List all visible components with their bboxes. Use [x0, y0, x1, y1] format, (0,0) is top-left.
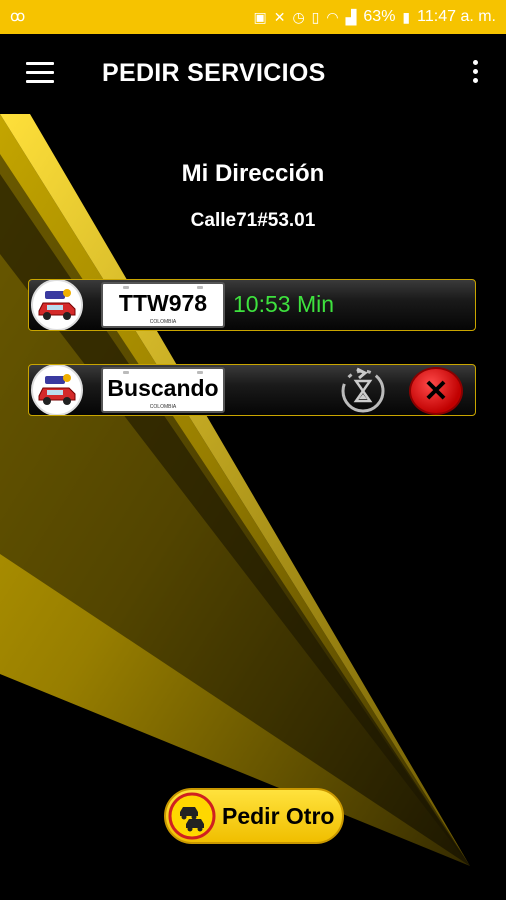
- battery-percent: 63%: [363, 8, 396, 25]
- vibrate-icon: ▯: [311, 8, 320, 25]
- car-icon: [31, 280, 83, 330]
- cars-icon: [168, 792, 216, 840]
- status-bar: ꝏ ▣ ✕ ◷ ▯ ◠ ▟ 63% ▮ 11:47 a. m.: [0, 0, 506, 34]
- signal-icon: ▟: [345, 8, 357, 25]
- wifi-icon: ◠: [326, 8, 339, 25]
- plate-country: COLOMBIA: [149, 319, 177, 325]
- page-title: PEDIR SERVICIOS: [102, 59, 326, 87]
- status-icons: ▣ ✕ ◷ ▯ ◠ ▟ 63% ▮ 11:47 a. m.: [253, 8, 496, 26]
- request-another-label: Pedir Otro: [222, 803, 335, 829]
- request-another-button[interactable]: Pedir Otro: [164, 788, 344, 844]
- license-plate: TTW978 COLOMBIA: [101, 282, 225, 328]
- license-plate: Buscando COLOMBIA: [101, 367, 225, 413]
- battery-icon: ▮: [402, 8, 411, 25]
- address-label: Mi Dirección: [181, 160, 325, 187]
- address-value: Calle71#53.01: [190, 210, 316, 231]
- alarm-icon: ◷: [292, 8, 305, 25]
- plate-country: COLOMBIA: [149, 404, 177, 410]
- voicemail-icon: ꝏ: [10, 8, 26, 25]
- cancel-button[interactable]: ✕: [409, 367, 463, 415]
- hamburger-menu-icon[interactable]: [26, 62, 54, 84]
- mute-icon: ✕: [273, 8, 286, 25]
- hourglass-timer-icon: [341, 367, 385, 413]
- plate-number: TTW978: [118, 290, 208, 316]
- app-bar: PEDIR SERVICIOS: [0, 34, 506, 114]
- car-icon: [31, 365, 83, 415]
- more-vert-icon[interactable]: [465, 60, 485, 90]
- close-icon: ✕: [423, 374, 449, 408]
- eta-time: 10:53 Min: [233, 291, 335, 317]
- notification-icon: ▣: [253, 8, 267, 25]
- service-row[interactable]: Buscando COLOMBIA ✕: [28, 364, 476, 416]
- plate-status: Buscando: [107, 375, 219, 401]
- service-row[interactable]: TTW978 COLOMBIA 10:53 Min: [28, 279, 476, 331]
- clock: 11:47 a. m.: [417, 8, 496, 25]
